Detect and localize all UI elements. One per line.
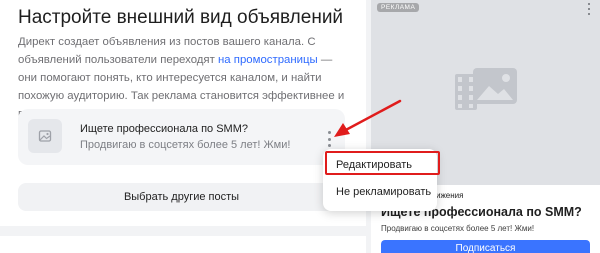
ad-preview: РЕКЛАМА продвижения Ищете профессионала … [371, 0, 600, 253]
annotation-highlight-box [325, 151, 440, 175]
choose-other-posts-button[interactable]: Выбрать другие посты [18, 183, 345, 211]
ad-card-title: Ищете профессионала по SMM? [80, 123, 248, 135]
settings-panel: Настройте внешний вид объявлений Директ … [0, 0, 366, 253]
ad-card[interactable]: Ищете профессионала по SMM? Продвигаю в … [18, 109, 345, 165]
ad-card-subtitle: Продвигаю в соцсетях более 5 лет! Жми! [80, 139, 291, 151]
ad-badge: РЕКЛАМА [377, 3, 420, 12]
image-placeholder-icon [28, 119, 62, 153]
video-placeholder-icon [455, 68, 517, 110]
subscribe-button[interactable]: Подписаться [381, 240, 590, 253]
promo-pages-link[interactable]: на промостраницы [218, 54, 318, 66]
preview-more-options-icon[interactable] [586, 3, 592, 15]
preview-subtitle: Продвигаю в соцсетях более 5 лет! Жми! [381, 224, 535, 233]
next-section-card [0, 236, 366, 253]
page-title: Настройте внешний вид объявлений [18, 7, 344, 28]
more-options-icon[interactable] [324, 131, 334, 147]
section-divider [0, 226, 366, 236]
menu-item-stop-promoting[interactable]: Не рекламировать [336, 186, 431, 198]
